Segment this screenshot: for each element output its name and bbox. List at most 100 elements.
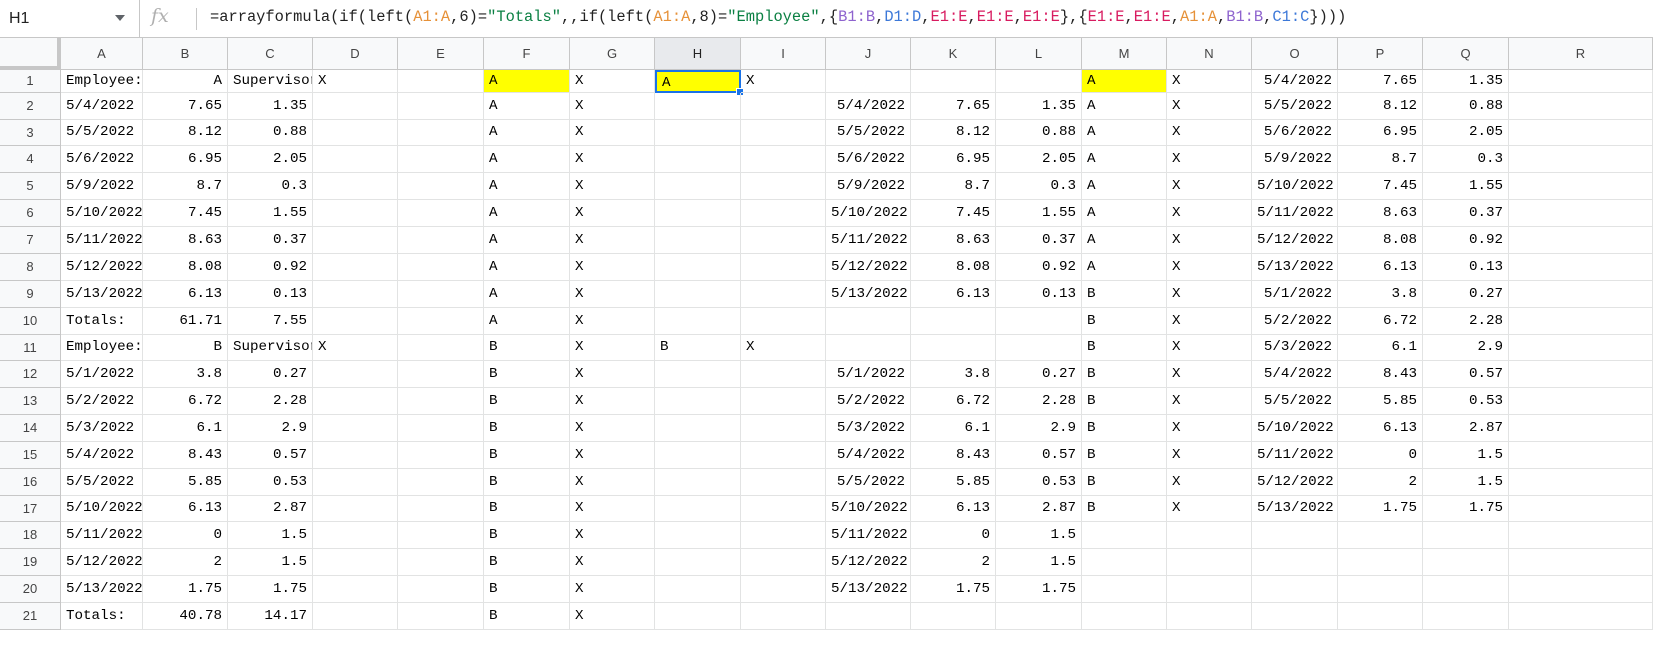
cell-r9[interactable] (1509, 281, 1653, 308)
cell-p9[interactable]: 3.8 (1338, 281, 1423, 308)
cell-e12[interactable] (398, 361, 484, 388)
cell-d19[interactable] (313, 549, 398, 576)
cell-k10[interactable] (911, 308, 996, 335)
cell-o18[interactable] (1252, 522, 1338, 549)
select-all-corner[interactable] (0, 38, 61, 70)
cell-n5[interactable]: X (1167, 173, 1252, 200)
cell-n4[interactable]: X (1167, 146, 1252, 173)
cell-o17[interactable]: 5/13/2022 (1252, 496, 1338, 522)
cell-d12[interactable] (313, 361, 398, 388)
cell-r1[interactable] (1509, 70, 1653, 93)
cell-m5[interactable]: A (1082, 173, 1167, 200)
cell-e4[interactable] (398, 146, 484, 173)
cell-b11[interactable]: B (143, 335, 228, 361)
cell-n21[interactable] (1167, 603, 1252, 630)
cell-k16[interactable]: 5.85 (911, 469, 996, 496)
cell-a11[interactable]: Employee: (61, 335, 143, 361)
cell-b12[interactable]: 3.8 (143, 361, 228, 388)
cell-n1[interactable]: X (1167, 70, 1252, 93)
cell-r11[interactable] (1509, 335, 1653, 361)
cell-d17[interactable] (313, 496, 398, 522)
row-header[interactable]: 18 (0, 522, 61, 549)
cell-m2[interactable]: A (1082, 93, 1167, 120)
cell-a2[interactable]: 5/4/2022 (61, 93, 143, 120)
cell-c8[interactable]: 0.92 (228, 254, 313, 281)
cell-p21[interactable] (1338, 603, 1423, 630)
cell-j16[interactable]: 5/5/2022 (826, 469, 911, 496)
cell-a3[interactable]: 5/5/2022 (61, 120, 143, 146)
cell-r7[interactable] (1509, 227, 1653, 254)
cell-m21[interactable] (1082, 603, 1167, 630)
cell-b14[interactable]: 6.1 (143, 415, 228, 442)
cell-k17[interactable]: 6.13 (911, 496, 996, 522)
cell-r6[interactable] (1509, 200, 1653, 227)
cell-n14[interactable]: X (1167, 415, 1252, 442)
cell-a20[interactable]: 5/13/2022 (61, 576, 143, 603)
cell-p18[interactable] (1338, 522, 1423, 549)
cell-n15[interactable]: X (1167, 442, 1252, 469)
cell-b17[interactable]: 6.13 (143, 496, 228, 522)
cell-l20[interactable]: 1.75 (996, 576, 1082, 603)
row-header[interactable]: 20 (0, 576, 61, 603)
cell-b16[interactable]: 5.85 (143, 469, 228, 496)
cell-j6[interactable]: 5/10/2022 (826, 200, 911, 227)
cell-i20[interactable] (741, 576, 826, 603)
cell-i15[interactable] (741, 442, 826, 469)
cell-m17[interactable]: B (1082, 496, 1167, 522)
cell-m14[interactable]: B (1082, 415, 1167, 442)
cell-j15[interactable]: 5/4/2022 (826, 442, 911, 469)
cell-o11[interactable]: 5/3/2022 (1252, 335, 1338, 361)
cell-f11[interactable]: B (484, 335, 570, 361)
cell-m4[interactable]: A (1082, 146, 1167, 173)
cell-i9[interactable] (741, 281, 826, 308)
cell-l12[interactable]: 0.27 (996, 361, 1082, 388)
cell-r16[interactable] (1509, 469, 1653, 496)
cell-p20[interactable] (1338, 576, 1423, 603)
cell-l5[interactable]: 0.3 (996, 173, 1082, 200)
cell-n8[interactable]: X (1167, 254, 1252, 281)
cell-c6[interactable]: 1.55 (228, 200, 313, 227)
column-header-c[interactable]: C (228, 38, 313, 70)
cell-j20[interactable]: 5/13/2022 (826, 576, 911, 603)
cell-a5[interactable]: 5/9/2022 (61, 173, 143, 200)
cell-f1[interactable]: A (484, 70, 570, 93)
cell-l11[interactable] (996, 335, 1082, 361)
cell-e18[interactable] (398, 522, 484, 549)
cell-d9[interactable] (313, 281, 398, 308)
cell-j9[interactable]: 5/13/2022 (826, 281, 911, 308)
cell-o4[interactable]: 5/9/2022 (1252, 146, 1338, 173)
cell-o7[interactable]: 5/12/2022 (1252, 227, 1338, 254)
cell-f6[interactable]: A (484, 200, 570, 227)
cell-l16[interactable]: 0.53 (996, 469, 1082, 496)
cell-h5[interactable] (655, 173, 741, 200)
cell-i19[interactable] (741, 549, 826, 576)
cell-b19[interactable]: 2 (143, 549, 228, 576)
cell-g3[interactable]: X (570, 120, 655, 146)
cell-q7[interactable]: 0.92 (1423, 227, 1509, 254)
cell-m6[interactable]: A (1082, 200, 1167, 227)
cell-c18[interactable]: 1.5 (228, 522, 313, 549)
cell-q11[interactable]: 2.9 (1423, 335, 1509, 361)
cell-k19[interactable]: 2 (911, 549, 996, 576)
cell-d5[interactable] (313, 173, 398, 200)
cell-b9[interactable]: 6.13 (143, 281, 228, 308)
cell-b3[interactable]: 8.12 (143, 120, 228, 146)
cell-q10[interactable]: 2.28 (1423, 308, 1509, 335)
cell-e19[interactable] (398, 549, 484, 576)
cell-h20[interactable] (655, 576, 741, 603)
cell-o16[interactable]: 5/12/2022 (1252, 469, 1338, 496)
cell-l17[interactable]: 2.87 (996, 496, 1082, 522)
cell-c19[interactable]: 1.5 (228, 549, 313, 576)
cell-q8[interactable]: 0.13 (1423, 254, 1509, 281)
row-header[interactable]: 12 (0, 361, 61, 388)
cell-m9[interactable]: B (1082, 281, 1167, 308)
cell-d7[interactable] (313, 227, 398, 254)
cell-h6[interactable] (655, 200, 741, 227)
cell-d8[interactable] (313, 254, 398, 281)
formula-input[interactable]: =arrayformula(if(left(A1:A,6)="Totals",,… (210, 8, 1346, 26)
cell-c2[interactable]: 1.35 (228, 93, 313, 120)
cell-l14[interactable]: 2.9 (996, 415, 1082, 442)
cell-q18[interactable] (1423, 522, 1509, 549)
cell-m11[interactable]: B (1082, 335, 1167, 361)
column-header-f[interactable]: F (484, 38, 570, 70)
